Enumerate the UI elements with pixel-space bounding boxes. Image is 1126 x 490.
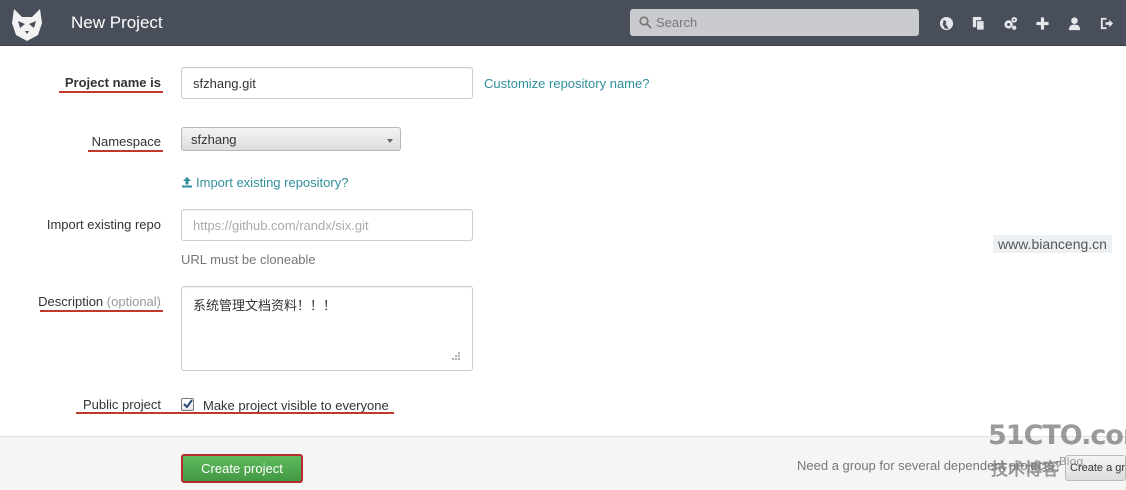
project-name-label: Project name is [64, 75, 161, 90]
namespace-label: Namespace [91, 134, 161, 149]
checkmark-icon [183, 399, 193, 409]
annotation-underline [76, 412, 394, 414]
search-input[interactable] [656, 12, 911, 33]
public-project-label: Public project [82, 397, 161, 412]
sign-out-icon[interactable] [1097, 14, 1116, 33]
search-box[interactable] [630, 9, 919, 36]
gears-icon[interactable] [1001, 14, 1020, 33]
description-label: Description (optional) [38, 294, 161, 309]
search-icon [639, 16, 652, 29]
blog-watermark: 技术博客Blog [991, 455, 1083, 480]
public-project-checkbox-label[interactable]: Make project visible to everyone [203, 398, 389, 413]
customize-repository-link[interactable]: Customize repository name? [484, 76, 649, 91]
import-repository-link-label: Import existing repository? [196, 175, 349, 190]
globe-icon[interactable] [937, 14, 956, 33]
optional-hint: (optional) [106, 294, 161, 309]
description-label-text: Description [38, 294, 104, 309]
resize-grip-icon[interactable] [449, 350, 461, 362]
user-icon[interactable] [1065, 14, 1084, 33]
upload-icon [182, 177, 192, 188]
import-repository-link[interactable]: Import existing repository? [181, 175, 348, 190]
copy-icon[interactable] [969, 14, 988, 33]
top-navbar: New Project [0, 0, 1126, 46]
nav-icon-group [937, 14, 1116, 33]
chevron-down-icon [387, 139, 393, 143]
brand-watermark: 51CTO.com [988, 420, 1126, 451]
annotation-underline [88, 150, 163, 152]
site-watermark: www.bianceng.cn [993, 235, 1112, 253]
namespace-select[interactable]: sfzhang [181, 127, 401, 151]
page-title: New Project [71, 13, 163, 32]
blog-watermark-cn: 技术博客 [991, 460, 1059, 480]
import-repo-label: Import existing repo [46, 217, 161, 232]
namespace-selected-value: sfzhang [191, 132, 237, 147]
import-url-help-text: URL must be cloneable [181, 252, 316, 267]
create-project-button[interactable]: Create project [181, 454, 303, 483]
annotation-underline [40, 310, 163, 312]
gitlab-logo-icon[interactable] [8, 5, 46, 43]
import-url-input[interactable] [181, 209, 473, 241]
project-name-input[interactable] [181, 67, 473, 99]
plus-icon[interactable] [1033, 14, 1052, 33]
description-textarea[interactable]: 系统管理文档资料！！！ [181, 286, 473, 371]
public-project-checkbox[interactable] [181, 398, 194, 411]
annotation-underline [59, 91, 163, 93]
blog-watermark-en: Blog [1059, 455, 1084, 468]
